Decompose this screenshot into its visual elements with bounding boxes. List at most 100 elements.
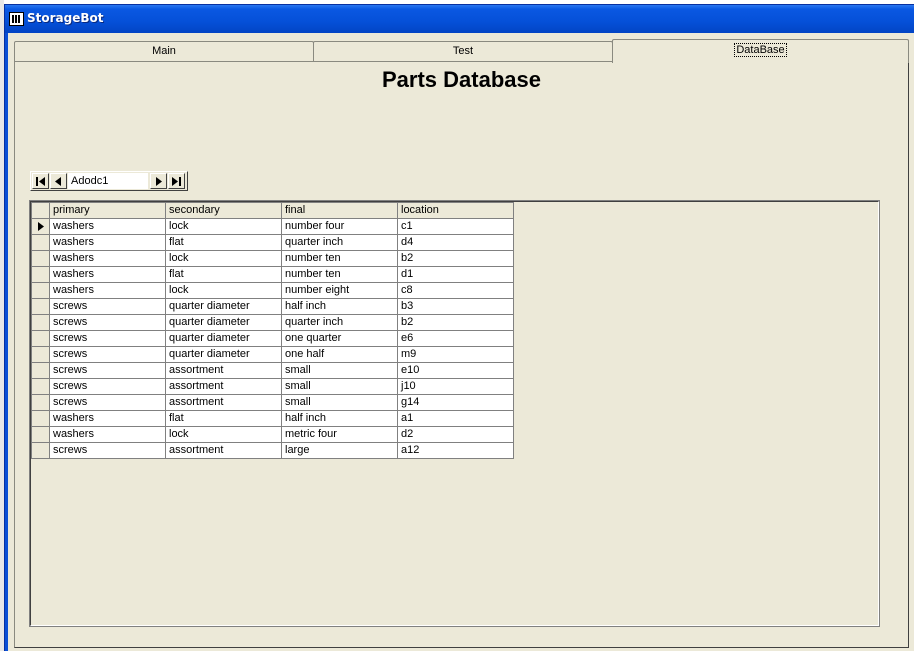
grid-cell-secondary[interactable]: quarter diameter <box>165 298 282 315</box>
table-row[interactable]: screws assortment small g14 <box>31 394 514 411</box>
grid-cell-final[interactable]: small <box>281 378 398 395</box>
move-previous-button[interactable] <box>50 173 67 189</box>
grid-cell-primary[interactable]: screws <box>49 362 166 379</box>
grid-cell-location[interactable]: g14 <box>397 394 514 411</box>
grid-cell-final[interactable]: metric four <box>281 426 398 443</box>
table-row[interactable]: washers flat half inch a1 <box>31 410 514 427</box>
grid-cell-final[interactable]: large <box>281 442 398 459</box>
move-last-button[interactable] <box>168 173 185 189</box>
grid-cell-primary[interactable]: washers <box>49 266 166 283</box>
data-grid[interactable]: primary secondary final location washers… <box>29 200 880 627</box>
table-row[interactable]: screws assortment large a12 <box>31 442 514 459</box>
row-selector[interactable] <box>31 250 50 267</box>
column-header-final[interactable]: final <box>281 202 398 219</box>
grid-cell-secondary[interactable]: quarter diameter <box>165 346 282 363</box>
column-header-location[interactable]: location <box>397 202 514 219</box>
grid-cell-primary[interactable]: screws <box>49 298 166 315</box>
grid-cell-location[interactable]: d4 <box>397 234 514 251</box>
row-selector[interactable] <box>31 426 50 443</box>
grid-cell-primary[interactable]: screws <box>49 394 166 411</box>
tab-database[interactable]: DataBase <box>612 39 909 63</box>
grid-cell-final[interactable]: small <box>281 362 398 379</box>
grid-cell-primary[interactable]: screws <box>49 330 166 347</box>
row-selector[interactable] <box>31 362 50 379</box>
table-row[interactable]: washers flat quarter inch d4 <box>31 234 514 251</box>
grid-cell-final[interactable]: small <box>281 394 398 411</box>
grid-cell-primary[interactable]: washers <box>49 234 166 251</box>
grid-cell-secondary[interactable]: lock <box>165 426 282 443</box>
grid-cell-secondary[interactable]: assortment <box>165 378 282 395</box>
tab-test[interactable]: Test <box>313 41 613 61</box>
grid-cell-final[interactable]: one quarter <box>281 330 398 347</box>
grid-cell-secondary[interactable]: flat <box>165 234 282 251</box>
grid-cell-location[interactable]: d2 <box>397 426 514 443</box>
grid-cell-location[interactable]: b2 <box>397 314 514 331</box>
row-selector[interactable] <box>31 394 50 411</box>
grid-cell-secondary[interactable]: assortment <box>165 394 282 411</box>
grid-cell-primary[interactable]: washers <box>49 218 166 235</box>
grid-cell-secondary[interactable]: lock <box>165 218 282 235</box>
row-selector[interactable] <box>31 330 50 347</box>
grid-cell-primary[interactable]: washers <box>49 282 166 299</box>
grid-cell-location[interactable]: a1 <box>397 410 514 427</box>
table-row[interactable]: washers lock number ten b2 <box>31 250 514 267</box>
grid-cell-location[interactable]: j10 <box>397 378 514 395</box>
row-selector[interactable] <box>31 298 50 315</box>
grid-cell-final[interactable]: number ten <box>281 266 398 283</box>
grid-cell-location[interactable]: m9 <box>397 346 514 363</box>
grid-cell-final[interactable]: half inch <box>281 298 398 315</box>
grid-cell-primary[interactable]: screws <box>49 378 166 395</box>
table-row[interactable]: screws quarter diameter one half m9 <box>31 346 514 363</box>
row-selector[interactable] <box>31 234 50 251</box>
table-row[interactable]: screws quarter diameter half inch b3 <box>31 298 514 315</box>
move-next-button[interactable] <box>150 173 167 189</box>
grid-cell-final[interactable]: half inch <box>281 410 398 427</box>
row-selector[interactable] <box>31 410 50 427</box>
grid-cell-final[interactable]: number eight <box>281 282 398 299</box>
table-row[interactable]: screws quarter diameter one quarter e6 <box>31 330 514 347</box>
grid-cell-final[interactable]: number ten <box>281 250 398 267</box>
grid-cell-final[interactable]: quarter inch <box>281 314 398 331</box>
column-header-secondary[interactable]: secondary <box>165 202 282 219</box>
row-selector[interactable] <box>31 378 50 395</box>
grid-cell-secondary[interactable]: quarter diameter <box>165 314 282 331</box>
grid-cell-final[interactable]: number four <box>281 218 398 235</box>
grid-cell-primary[interactable]: washers <box>49 250 166 267</box>
grid-cell-final[interactable]: one half <box>281 346 398 363</box>
grid-cell-secondary[interactable]: lock <box>165 282 282 299</box>
grid-cell-secondary[interactable]: assortment <box>165 362 282 379</box>
row-selector[interactable] <box>31 266 50 283</box>
grid-cell-final[interactable]: quarter inch <box>281 234 398 251</box>
row-selector[interactable] <box>31 218 50 235</box>
grid-cell-location[interactable]: b3 <box>397 298 514 315</box>
row-selector[interactable] <box>31 314 50 331</box>
grid-cell-primary[interactable]: screws <box>49 442 166 459</box>
move-first-button[interactable] <box>32 173 49 189</box>
grid-cell-location[interactable]: a12 <box>397 442 514 459</box>
grid-cell-location[interactable]: b2 <box>397 250 514 267</box>
grid-cell-primary[interactable]: screws <box>49 314 166 331</box>
grid-cell-location[interactable]: e10 <box>397 362 514 379</box>
table-row[interactable]: washers lock number four c1 <box>31 218 514 235</box>
title-bar[interactable]: StorageBot <box>5 5 914 33</box>
row-selector[interactable] <box>31 282 50 299</box>
grid-cell-primary[interactable]: washers <box>49 426 166 443</box>
column-header-primary[interactable]: primary <box>49 202 166 219</box>
table-row[interactable]: screws quarter diameter quarter inch b2 <box>31 314 514 331</box>
table-row[interactable]: screws assortment small j10 <box>31 378 514 395</box>
grid-cell-primary[interactable]: screws <box>49 346 166 363</box>
grid-cell-location[interactable]: c8 <box>397 282 514 299</box>
grid-cell-secondary[interactable]: quarter diameter <box>165 330 282 347</box>
grid-cell-secondary[interactable]: flat <box>165 266 282 283</box>
table-row[interactable]: washers lock number eight c8 <box>31 282 514 299</box>
grid-cell-location[interactable]: c1 <box>397 218 514 235</box>
table-row[interactable]: washers lock metric four d2 <box>31 426 514 443</box>
grid-cell-location[interactable]: d1 <box>397 266 514 283</box>
grid-cell-secondary[interactable]: assortment <box>165 442 282 459</box>
grid-cell-secondary[interactable]: lock <box>165 250 282 267</box>
grid-cell-location[interactable]: e6 <box>397 330 514 347</box>
grid-cell-primary[interactable]: washers <box>49 410 166 427</box>
tab-main[interactable]: Main <box>14 41 314 61</box>
row-selector[interactable] <box>31 442 50 459</box>
grid-cell-secondary[interactable]: flat <box>165 410 282 427</box>
